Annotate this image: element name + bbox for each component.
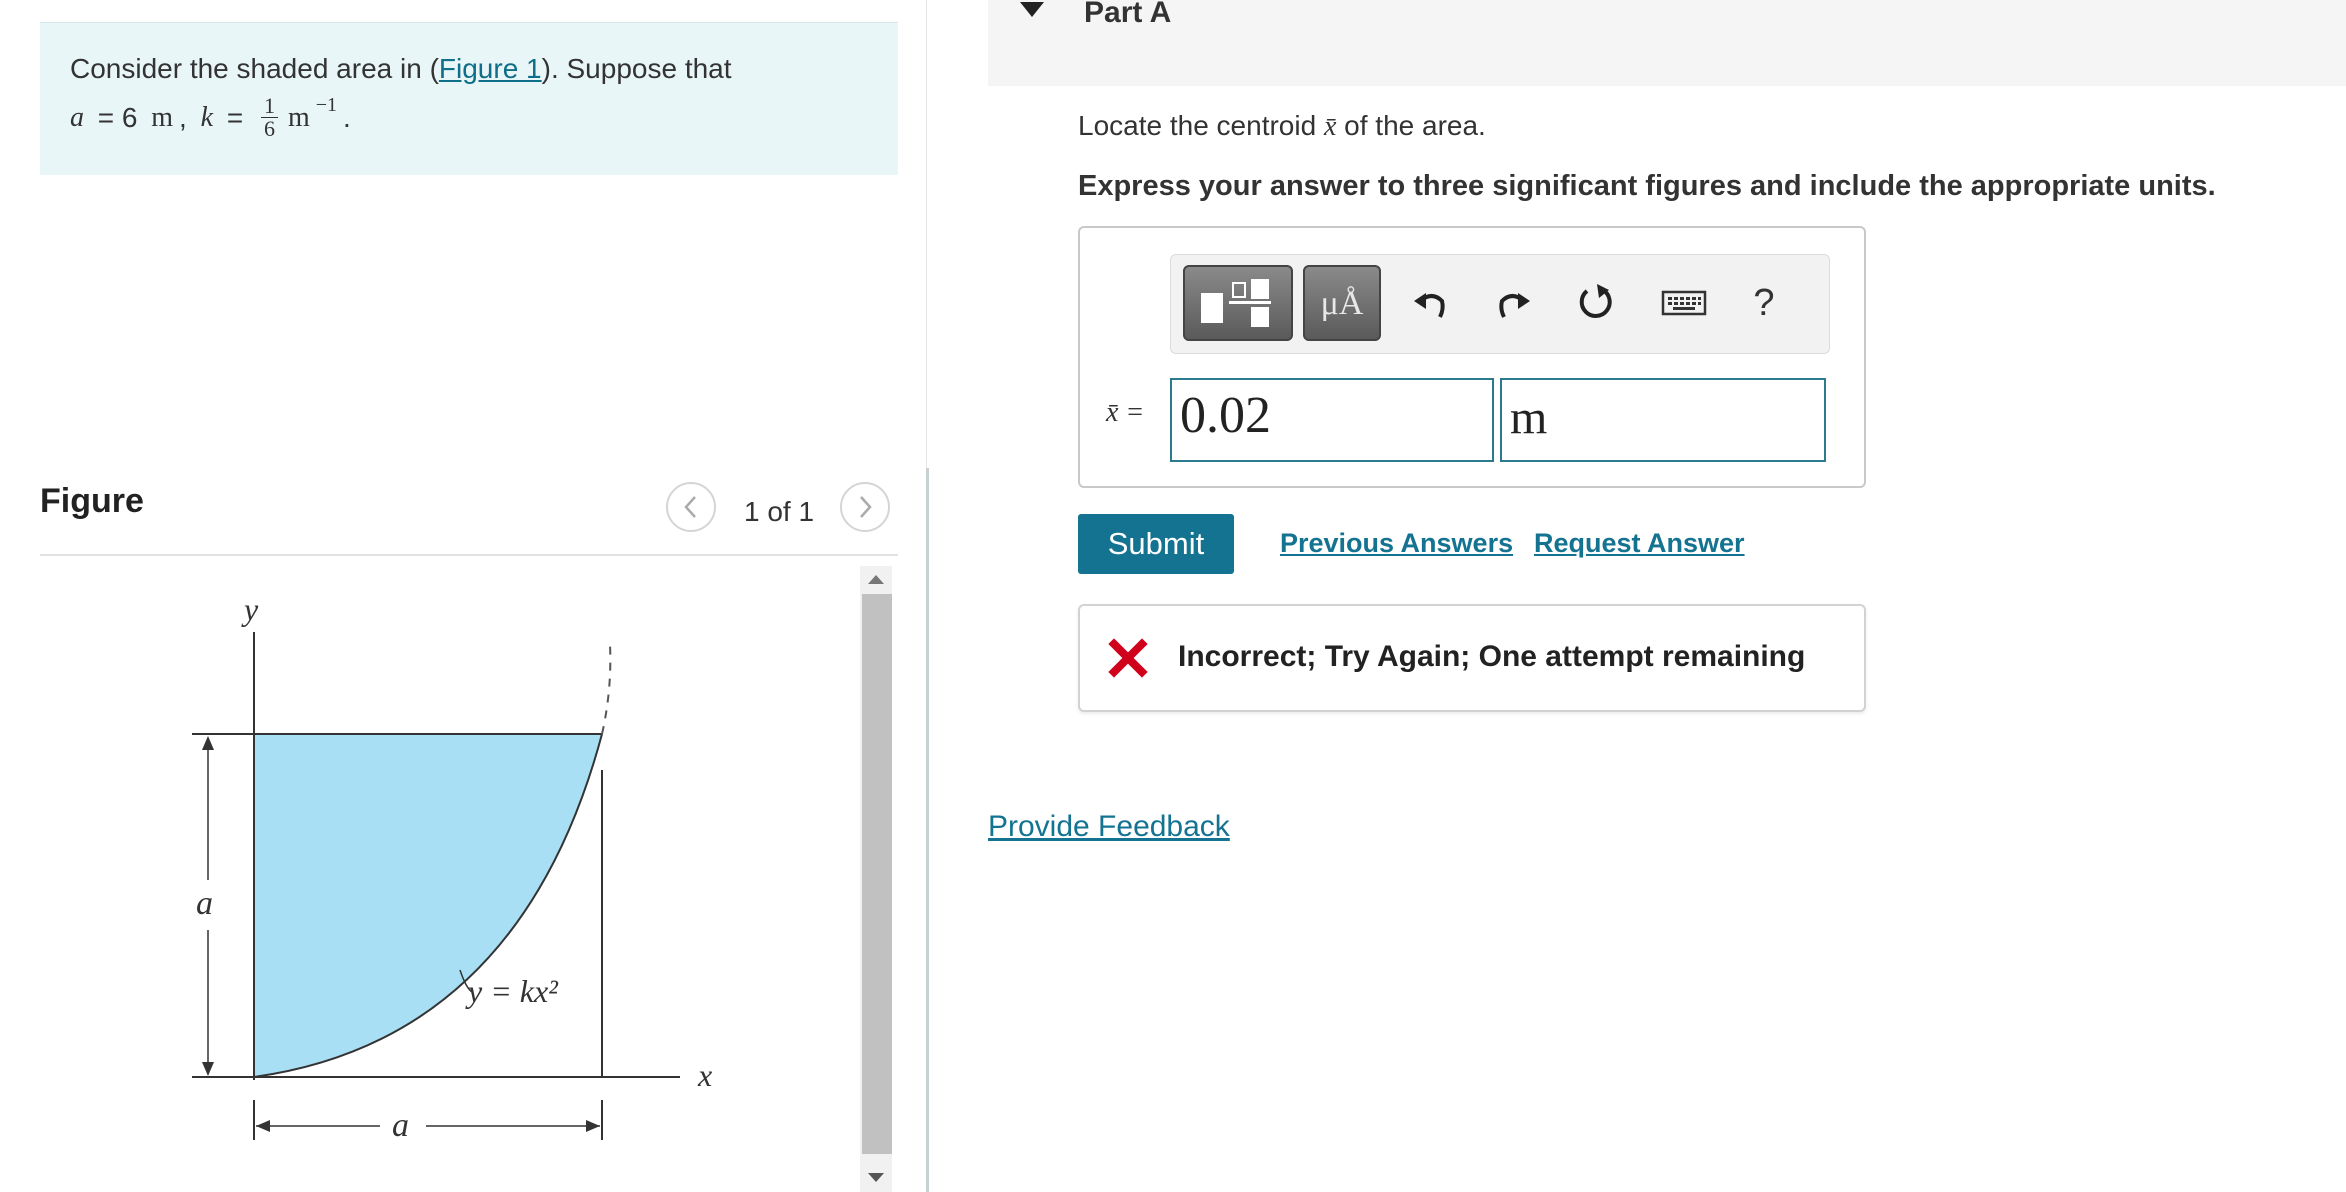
- curve-equation-label: y = kx²: [465, 973, 559, 1009]
- a-variable: a: [70, 101, 84, 133]
- figure-link[interactable]: Figure 1: [439, 53, 542, 84]
- arrow-left: [256, 1120, 270, 1132]
- scroll-up-button[interactable]: [860, 566, 892, 592]
- question-variable: x̄: [1323, 111, 1337, 142]
- k-fraction: 16: [260, 95, 278, 141]
- intro-tail: ). Suppose that: [541, 53, 732, 84]
- part-title: Part A: [1084, 0, 1172, 29]
- units-button[interactable]: μÅ: [1303, 265, 1381, 341]
- chevron-left-icon: [684, 496, 696, 518]
- figure-counter: 1 of 1: [744, 496, 815, 527]
- templates-icon: [1201, 279, 1271, 327]
- question-pre: Locate the centroid: [1078, 110, 1324, 141]
- collapse-caret-icon[interactable]: [1020, 2, 1044, 17]
- previous-answers-link[interactable]: Previous Answers: [1280, 528, 1513, 559]
- part-header[interactable]: Part A: [988, 0, 2346, 86]
- help-icon: ?: [1753, 281, 1775, 324]
- a-equals: = 6: [90, 101, 146, 133]
- question-text: Locate the centroid x̄ of the area.: [1078, 110, 1486, 143]
- panel-resize-handle[interactable]: [926, 468, 929, 1192]
- answer-instruction: Express your answer to three significant…: [1078, 170, 2216, 202]
- keyboard-icon: [1661, 290, 1707, 316]
- scroll-down-icon: [868, 1172, 884, 1182]
- problem-intro: Consider the shaded area in (Figure 1). …: [70, 53, 732, 85]
- arrow-up: [202, 736, 214, 750]
- undo-button[interactable]: [1403, 273, 1457, 333]
- y-axis-label: y: [241, 591, 259, 627]
- answer-box: μÅ ? x̄ = 0.02 m: [1078, 226, 1866, 488]
- answer-variable-label: x̄ =: [1106, 396, 1144, 429]
- x-axis-label: x: [697, 1057, 712, 1093]
- undo-icon: [1414, 293, 1445, 318]
- x-mark-icon: [1108, 638, 1148, 678]
- previous-figure-button[interactable]: [666, 482, 716, 532]
- k-denominator: 6: [263, 116, 275, 141]
- k-numerator: 1: [260, 95, 278, 118]
- xbar-label: x̄ =: [1106, 397, 1145, 428]
- shaded-area: [254, 734, 602, 1077]
- chevron-right-icon: [860, 496, 872, 518]
- answer-value-input[interactable]: 0.02: [1170, 378, 1494, 462]
- arrow-right: [586, 1120, 600, 1132]
- reset-icon: [1579, 284, 1612, 318]
- help-button[interactable]: ?: [1737, 273, 1791, 333]
- panel-divider-top: [926, 0, 927, 468]
- comma: ,: [179, 101, 195, 133]
- curve-extension: [601, 643, 612, 735]
- keyboard-button[interactable]: [1657, 273, 1711, 333]
- a-unit: m: [151, 101, 174, 133]
- feedback-message: Incorrect; Try Again; One attempt remain…: [1178, 640, 1806, 673]
- a-vertical-label: a: [196, 885, 213, 922]
- question-post: of the area.: [1336, 110, 1486, 141]
- next-figure-button[interactable]: [840, 482, 890, 532]
- scrollbar-thumb[interactable]: [862, 594, 892, 1154]
- k-unit: m: [287, 101, 310, 133]
- redo-icon: [1499, 293, 1530, 318]
- scroll-down-button[interactable]: [860, 1164, 892, 1190]
- units-icon: μÅ: [1320, 285, 1364, 322]
- answer-unit-input[interactable]: m: [1500, 378, 1826, 462]
- request-answer-link[interactable]: Request Answer: [1534, 528, 1745, 559]
- provide-feedback-link[interactable]: Provide Feedback: [988, 810, 1230, 844]
- reset-button[interactable]: [1569, 273, 1623, 333]
- submit-button[interactable]: Submit: [1078, 514, 1234, 574]
- problem-statement: Consider the shaded area in (Figure 1). …: [40, 22, 898, 175]
- scroll-up-icon: [868, 574, 884, 584]
- figure-divider: [40, 554, 898, 556]
- feedback-box: Incorrect; Try Again; One attempt remain…: [1078, 604, 1866, 712]
- figure-diagram: y x a a y = kx²: [192, 591, 712, 1144]
- redo-button[interactable]: [1487, 273, 1541, 333]
- figure-title: Figure: [40, 482, 144, 520]
- k-exponent: −1: [315, 94, 338, 116]
- k-variable: k: [200, 101, 214, 133]
- k-equals: =: [219, 101, 251, 133]
- a-horizontal-label: a: [392, 1107, 409, 1144]
- arrow-down: [202, 1062, 214, 1076]
- templates-button[interactable]: [1183, 265, 1293, 341]
- problem-values: a = 6 m, k = 1 6 m −1.: [70, 94, 351, 141]
- math-toolbar: μÅ ?: [1170, 254, 1830, 354]
- intro-text: Consider the shaded area in (: [70, 53, 439, 84]
- period: .: [343, 101, 351, 133]
